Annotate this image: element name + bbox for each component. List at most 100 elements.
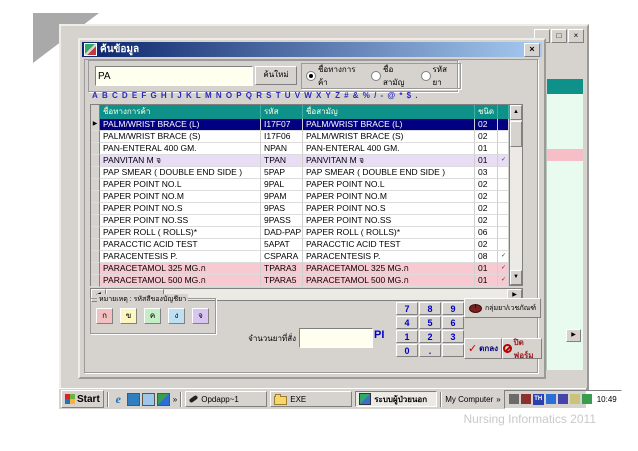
- alphabet-link[interactable]: /: [374, 91, 376, 100]
- outlook-express-icon[interactable]: [127, 393, 140, 406]
- alphabet-link[interactable]: Y: [326, 91, 331, 100]
- alphabet-link[interactable]: A: [92, 91, 98, 100]
- keypad-8[interactable]: 8: [419, 302, 441, 315]
- alphabet-link[interactable]: F: [141, 91, 146, 100]
- alphabet-link[interactable]: S: [266, 91, 271, 100]
- alphabet-link[interactable]: T: [276, 91, 281, 100]
- scroll-down-icon[interactable]: ▼: [510, 270, 522, 285]
- alphabet-link[interactable]: .: [415, 91, 417, 100]
- table-row[interactable]: ▶PALM/WRIST BRACE (L)I17F07PALM/WRIST BR…: [91, 119, 509, 131]
- alphabet-link[interactable]: D: [122, 91, 128, 100]
- alphabet-link[interactable]: Q: [246, 91, 252, 100]
- keypad-1[interactable]: 1: [396, 330, 418, 343]
- internet-explorer-icon[interactable]: e: [112, 393, 125, 406]
- search-radio-0[interactable]: ชื่อทางการค้า: [306, 63, 365, 89]
- keypad-2[interactable]: 2: [419, 330, 441, 343]
- alphabet-link[interactable]: H: [161, 91, 167, 100]
- legend-button-ก[interactable]: ก: [96, 308, 113, 324]
- network-icon[interactable]: [558, 394, 568, 404]
- restore-button[interactable]: □: [551, 29, 567, 43]
- alphabet-link[interactable]: $: [407, 91, 411, 100]
- close-button[interactable]: ×: [568, 29, 584, 43]
- alphabet-link[interactable]: J: [177, 91, 181, 100]
- table-row[interactable]: PAPER POINT NO.S9PASPAPER POINT NO.S02: [91, 203, 509, 215]
- search-radio-2[interactable]: รหัสยา: [421, 63, 456, 89]
- my-computer-toolbar[interactable]: My Computer: [445, 395, 493, 404]
- alphabet-link[interactable]: P: [236, 91, 241, 100]
- display-icon[interactable]: [546, 394, 556, 404]
- vertical-scroll-thumb[interactable]: [510, 121, 522, 147]
- table-row[interactable]: PARACENTESIS P.CSPARAPARACENTESIS P.08✓: [91, 251, 509, 263]
- search-radio-1[interactable]: ชื่อสามัญ: [371, 63, 414, 89]
- keypad-3[interactable]: 3: [442, 330, 464, 343]
- alphabet-link[interactable]: #: [344, 91, 348, 100]
- table-row[interactable]: PAP SMEAR ( DOUBLE END SIDE )5PAPPAP SME…: [91, 167, 509, 179]
- alphabet-link[interactable]: E: [132, 91, 137, 100]
- alphabet-link[interactable]: Z: [335, 91, 340, 100]
- table-row[interactable]: PARACETAMOL 500 MG.กTPARA5PARACETAMOL 50…: [91, 275, 509, 287]
- alphabet-link[interactable]: M: [205, 91, 212, 100]
- drug-group-button[interactable]: กลุ่มยา/เวชภัณฑ์: [464, 298, 541, 318]
- task-button[interactable]: Opdapp~1: [185, 391, 267, 407]
- table-row[interactable]: PAPER POINT NO.M9PAMPAPER POINT NO.M02: [91, 191, 509, 203]
- refresh-icon[interactable]: [582, 394, 592, 404]
- dialog-titlebar[interactable]: ค้นข้อมูล ×: [82, 42, 542, 57]
- alphabet-link[interactable]: R: [256, 91, 262, 100]
- search-input[interactable]: [95, 66, 253, 86]
- vertical-scrollbar[interactable]: ▲ ▼: [509, 105, 522, 285]
- alphabet-link[interactable]: B: [102, 91, 108, 100]
- dialog-close-icon[interactable]: ×: [524, 43, 540, 57]
- alphabet-link[interactable]: I: [171, 91, 173, 100]
- ok-button[interactable]: ✓ ตกลง: [464, 338, 502, 359]
- alphabet-link[interactable]: *: [399, 91, 402, 100]
- table-row[interactable]: PALM/WRIST BRACE (S)I17F06PALM/WRIST BRA…: [91, 131, 509, 143]
- alphabet-link[interactable]: N: [216, 91, 222, 100]
- volume-icon[interactable]: [509, 394, 519, 404]
- alphabet-link[interactable]: %: [363, 91, 370, 100]
- alphabet-link[interactable]: U: [285, 91, 291, 100]
- legend-button-ข[interactable]: ข: [120, 308, 137, 324]
- alphabet-link[interactable]: X: [316, 91, 321, 100]
- table-row[interactable]: PANVITAN M จTPANPANVITAN M จ01✓: [91, 155, 509, 167]
- keypad-0[interactable]: 0: [396, 344, 418, 357]
- quantity-input[interactable]: [299, 328, 373, 348]
- table-row[interactable]: PAPER POINT NO.L9PALPAPER POINT NO.L02: [91, 179, 509, 191]
- alphabet-link[interactable]: O: [226, 91, 232, 100]
- alphabet-link[interactable]: V: [295, 91, 300, 100]
- alphabet-link[interactable]: K: [186, 91, 192, 100]
- alphabet-link[interactable]: &: [353, 91, 359, 100]
- alphabet-link[interactable]: L: [196, 91, 201, 100]
- show-desktop-icon[interactable]: [142, 393, 155, 406]
- background-scroll-right-button[interactable]: ▶: [566, 329, 581, 342]
- scheduler-icon[interactable]: [570, 394, 580, 404]
- table-row[interactable]: PAN-ENTERAL 400 GM.NPANPAN-ENTERAL 400 G…: [91, 143, 509, 155]
- table-row[interactable]: PARACETAMOL 325 MG.กTPARA3PARACETAMOL 32…: [91, 263, 509, 275]
- legend-button-ค[interactable]: ค: [144, 308, 161, 324]
- quick-launch-overflow-icon[interactable]: »: [173, 395, 177, 404]
- keypad-6[interactable]: 6: [442, 316, 464, 329]
- search-button[interactable]: ค้นใหม่: [255, 66, 297, 85]
- table-row[interactable]: PARACCTIC ACID TEST5APATPARACCTIC ACID T…: [91, 239, 509, 251]
- channels-icon[interactable]: [157, 393, 170, 406]
- scroll-up-icon[interactable]: ▲: [510, 105, 522, 120]
- keypad-dot[interactable]: .: [419, 344, 441, 357]
- alphabet-link[interactable]: W: [304, 91, 312, 100]
- alphabet-link[interactable]: C: [112, 91, 118, 100]
- table-row[interactable]: PAPER POINT NO.SS9PASSPAPER POINT NO.SS0…: [91, 215, 509, 227]
- alphabet-link[interactable]: -: [381, 91, 384, 100]
- keypad-9[interactable]: 9: [442, 302, 464, 315]
- alphabet-link[interactable]: @: [387, 91, 395, 100]
- th-keyboard-icon[interactable]: TH: [533, 394, 544, 405]
- keypad-5[interactable]: 5: [419, 316, 441, 329]
- close-form-button[interactable]: ปิดฟอร์ม: [502, 338, 542, 359]
- task-button[interactable]: EXE: [270, 391, 352, 407]
- alphabet-link[interactable]: G: [150, 91, 156, 100]
- my-computer-overflow-icon[interactable]: »: [496, 395, 500, 404]
- graphics-app-icon[interactable]: [521, 394, 531, 404]
- keypad-4[interactable]: 4: [396, 316, 418, 329]
- task-button[interactable]: ระบบผู้ป่วยนอก: [355, 391, 437, 407]
- legend-button-ง[interactable]: ง: [168, 308, 185, 324]
- table-row[interactable]: PAPER ROLL ( ROLLS)*DAD-PAPPAPER ROLL ( …: [91, 227, 509, 239]
- start-button[interactable]: Start: [61, 390, 104, 408]
- keypad-7[interactable]: 7: [396, 302, 418, 315]
